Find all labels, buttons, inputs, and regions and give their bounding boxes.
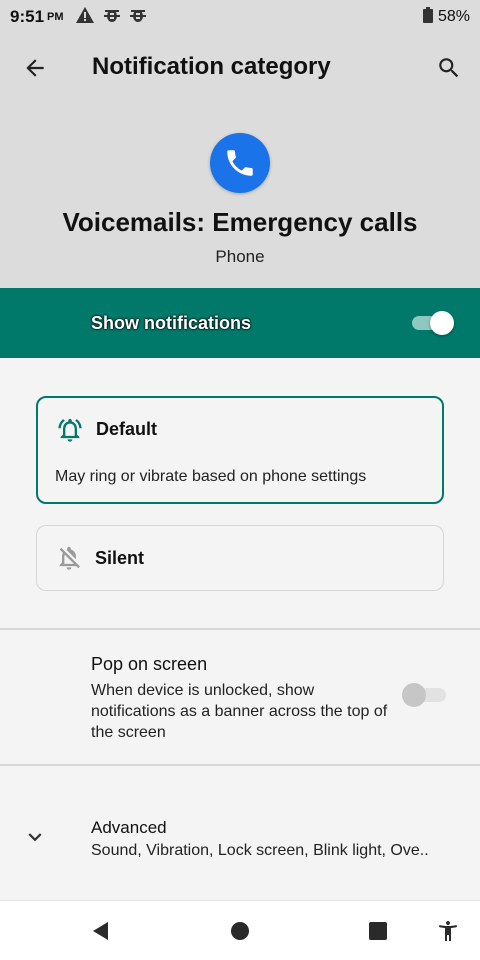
status-ampm: PM: [47, 11, 64, 23]
back-triangle-icon: [93, 922, 108, 940]
navigation-bar: [0, 900, 480, 960]
chevron-down-icon: [22, 824, 48, 850]
silent-option-title: Silent: [95, 548, 145, 568]
pop-on-screen-toggle[interactable]: [402, 683, 448, 707]
app-name: Phone: [215, 247, 265, 266]
status-bar: 9:51 PM 58%: [0, 0, 480, 34]
show-notifications-label: Show notifications: [91, 313, 251, 333]
warning-icon: [75, 6, 94, 28]
channel-title: Voicemails: Emergency calls: [62, 207, 418, 237]
toggle-thumb: [430, 311, 454, 335]
default-option-description: May ring or vibrate based on phone setti…: [55, 468, 367, 485]
bell-ringing-icon: [56, 416, 84, 444]
battery-percent: 58%: [437, 8, 470, 25]
nav-accessibility-button[interactable]: [434, 917, 462, 945]
show-notifications-toggle[interactable]: [410, 311, 456, 335]
show-notifications-row[interactable]: Show notifications: [0, 288, 480, 358]
arrow-left-icon: [26, 59, 44, 77]
default-option-card[interactable]: Default May ring or vibrate based on pho…: [36, 396, 444, 504]
bug-icon: [103, 7, 120, 28]
header: Notification category Voicemails: Emerge…: [0, 34, 480, 288]
page-title: Notification category: [92, 53, 331, 80]
pop-on-screen-description: When device is unlocked, show notificati…: [91, 682, 388, 741]
nav-recents-button[interactable]: [364, 917, 392, 945]
nav-home-button[interactable]: [226, 917, 254, 945]
advanced-row[interactable]: Advanced Sound, Vibration, Lock screen, …: [0, 766, 480, 900]
pop-on-screen-row[interactable]: Pop on screen When device is unlocked, s…: [0, 630, 480, 764]
default-option-title: Default: [96, 419, 158, 439]
bug-icon: [129, 7, 146, 28]
search-icon: [439, 58, 459, 78]
pop-on-screen-title: Pop on screen: [91, 654, 208, 674]
advanced-summary: Sound, Vibration, Lock screen, Blink lig…: [91, 842, 429, 859]
app-bar: Notification category: [0, 34, 480, 100]
app-icon: [210, 133, 270, 193]
status-time: 9:51: [10, 7, 45, 26]
nav-back-button[interactable]: [87, 917, 115, 945]
accessibility-icon: [439, 921, 457, 941]
toggle-thumb: [402, 683, 426, 707]
search-button[interactable]: [432, 51, 466, 85]
recents-square-icon: [369, 922, 387, 940]
back-button[interactable]: [18, 51, 52, 85]
home-circle-icon: [231, 922, 249, 940]
bell-off-icon: [55, 544, 83, 572]
battery-icon: [422, 6, 433, 28]
phone-icon: [227, 150, 253, 176]
silent-option-card[interactable]: Silent: [36, 525, 444, 591]
advanced-title: Advanced: [91, 818, 167, 837]
